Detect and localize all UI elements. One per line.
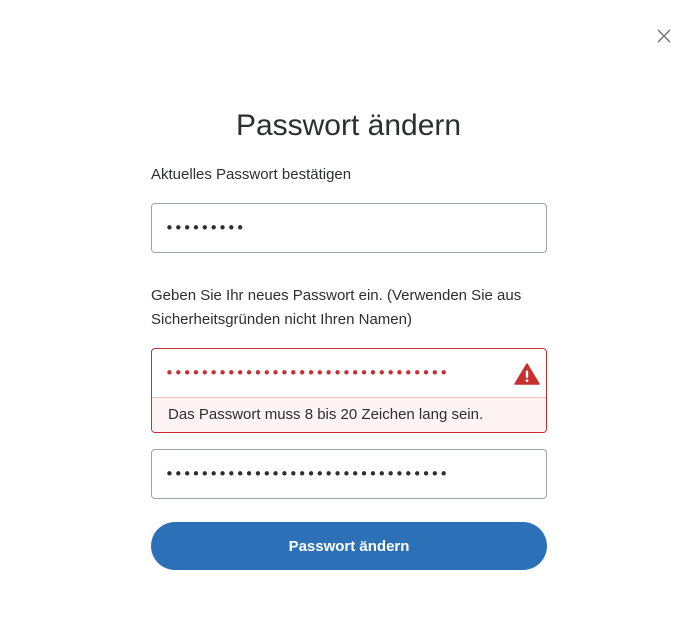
close-button[interactable] [653,25,675,47]
confirm-password-field-wrapper [151,449,547,499]
close-icon [657,29,671,43]
new-password-input[interactable] [152,349,546,397]
current-password-field-wrapper [151,203,547,253]
new-password-input-row [152,349,546,397]
new-password-error-message: Das Passwort muss 8 bis 20 Zeichen lang … [152,397,546,432]
current-password-input[interactable] [152,204,546,252]
new-password-field-wrapper: Das Passwort muss 8 bis 20 Zeichen lang … [151,348,547,433]
page-title: Passwort ändern [235,109,462,142]
change-password-button[interactable]: Passwort ändern [151,522,547,570]
current-password-label: Aktuelles Passwort bestätigen [151,166,352,183]
warning-icon [514,363,540,385]
confirm-password-input[interactable] [152,450,546,498]
new-password-label: Geben Sie Ihr neues Passwort ein. (Verwe… [151,287,522,328]
change-password-dialog: Passwort ändern Aktuelles Passwort bestä… [0,0,697,627]
